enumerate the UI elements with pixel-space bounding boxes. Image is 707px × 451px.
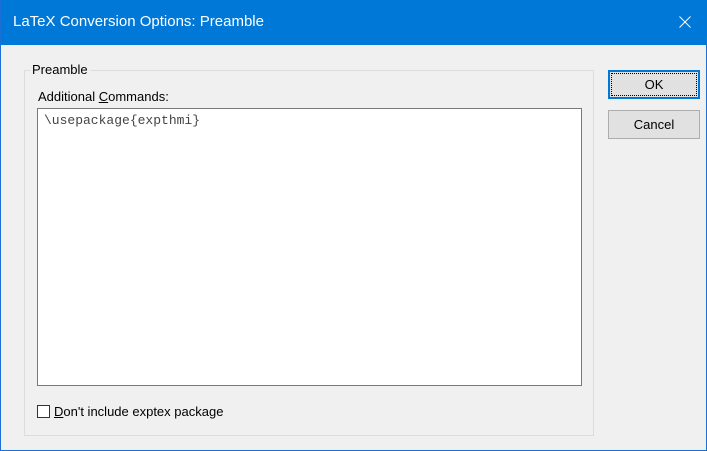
textarea-value: \usepackage{expthmi} bbox=[44, 113, 201, 128]
close-button[interactable] bbox=[662, 0, 707, 45]
cancel-button-label: Cancel bbox=[633, 117, 675, 132]
checkbox-label-accelerator: D bbox=[54, 404, 64, 419]
window-title: LaTeX Conversion Options: Preamble bbox=[13, 13, 264, 30]
dialog-window: LaTeX Conversion Options: Preamble Pream… bbox=[0, 0, 707, 451]
additional-commands-label: Additional Commands: bbox=[38, 89, 169, 105]
cancel-button[interactable]: Cancel bbox=[608, 110, 700, 139]
additional-commands-textarea[interactable]: \usepackage{expthmi} bbox=[37, 108, 582, 386]
close-icon bbox=[679, 16, 691, 28]
preamble-group-label: Preamble bbox=[30, 62, 90, 78]
label-accelerator: C bbox=[98, 89, 109, 104]
exclude-exptex-checkbox[interactable] bbox=[37, 405, 50, 418]
label-prefix: Additional bbox=[38, 89, 99, 104]
exclude-exptex-label[interactable]: Don't include exptex package bbox=[54, 404, 223, 420]
label-suffix: ommands: bbox=[108, 89, 169, 104]
checkbox-label-rest: on't include exptex package bbox=[63, 404, 224, 419]
focus-rectangle bbox=[611, 73, 697, 96]
ok-button[interactable]: OK bbox=[608, 70, 700, 99]
title-bar[interactable]: LaTeX Conversion Options: Preamble bbox=[1, 0, 707, 45]
